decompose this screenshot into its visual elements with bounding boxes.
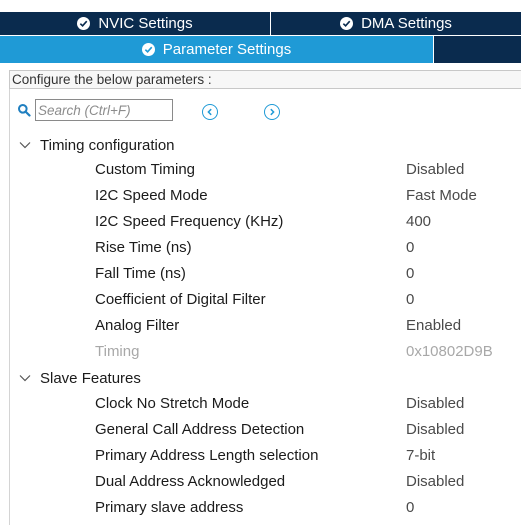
chevron-right-icon [270,108,275,116]
chevron-down-icon [19,142,31,149]
search-row [17,98,173,122]
param-value[interactable]: Disabled [406,421,464,438]
check-circle-icon [141,43,155,56]
param-name: Primary Address Length selection [95,447,319,464]
param-row-timing: Timing 0x10802D9B [0,340,521,366]
param-value[interactable]: 0 [406,239,414,256]
param-name: Fall Time (ns) [95,265,186,282]
check-circle-icon [77,17,91,30]
param-value[interactable]: 0 [406,265,414,282]
tab-dma-label: DMA Settings [361,15,452,32]
param-name: Timing [95,343,140,360]
param-name: Clock No Stretch Mode [95,395,250,412]
param-row-primary-slave-address[interactable]: Primary slave address 0 [0,496,521,522]
param-name: I2C Speed Frequency (KHz) [95,213,284,230]
param-value: 0x10802D9B [406,343,493,360]
config-tabs-row: NVIC Settings DMA Settings [0,12,521,35]
param-row-analog-filter[interactable]: Analog Filter Enabled [0,314,521,340]
param-name: Rise Time (ns) [95,239,192,256]
chevron-down-icon [19,375,31,382]
tab-dma-settings[interactable]: DMA Settings [271,12,521,35]
param-row-fall-time[interactable]: Fall Time (ns) 0 [0,262,521,288]
search-next-button[interactable] [264,104,280,120]
param-row-general-call[interactable]: General Call Address Detection Disabled [0,418,521,444]
tab-parameter-settings[interactable]: Parameter Settings [0,36,434,63]
param-value[interactable]: Disabled [406,473,464,490]
group-label: Timing configuration [40,136,175,154]
param-value[interactable]: 400 [406,213,431,230]
param-row-primary-address-length[interactable]: Primary Address Length selection 7-bit [0,444,521,470]
param-row-clock-no-stretch[interactable]: Clock No Stretch Mode Disabled [0,392,521,418]
param-value[interactable]: 7-bit [406,447,435,464]
param-value[interactable]: Fast Mode [406,187,477,204]
param-value[interactable]: Disabled [406,395,464,412]
param-row-i2c-speed-frequency[interactable]: I2C Speed Frequency (KHz) 400 [0,210,521,236]
param-name: I2C Speed Mode [95,187,208,204]
param-row-custom-timing[interactable]: Custom Timing Disabled [0,158,521,184]
configure-hint: Configure the below parameters : [9,70,521,89]
search-icon[interactable] [17,103,31,117]
search-input[interactable] [35,99,173,121]
param-name: Custom Timing [95,161,196,178]
param-value[interactable]: 0 [406,499,414,516]
chevron-left-icon [207,108,212,116]
param-row-rise-time[interactable]: Rise Time (ns) 0 [0,236,521,262]
group-slave-features[interactable]: Slave Features [19,367,141,389]
group-timing-configuration[interactable]: Timing configuration [19,134,175,156]
param-value[interactable]: Enabled [406,317,461,334]
param-row-digital-filter[interactable]: Coefficient of Digital Filter 0 [0,288,521,314]
param-row-i2c-speed-mode[interactable]: I2C Speed Mode Fast Mode [0,184,521,210]
param-row-dual-address[interactable]: Dual Address Acknowledged Disabled [0,470,521,496]
check-circle-icon [340,17,354,30]
param-value[interactable]: 0 [406,291,414,308]
param-name: Primary slave address [95,499,244,516]
param-value[interactable]: Disabled [406,161,464,178]
param-name: Coefficient of Digital Filter [95,291,266,308]
tab-nvic-settings[interactable]: NVIC Settings [0,12,271,35]
tab-bar-filler [434,36,521,63]
param-name: General Call Address Detection [95,421,305,438]
config-tabs-row-2: Parameter Settings [0,36,521,63]
param-name: Analog Filter [95,317,180,334]
group-label: Slave Features [40,369,141,387]
param-name: Dual Address Acknowledged [95,473,286,490]
tab-nvic-label: NVIC Settings [98,15,193,32]
search-previous-button[interactable] [202,104,218,120]
tab-parameter-label: Parameter Settings [162,41,292,58]
